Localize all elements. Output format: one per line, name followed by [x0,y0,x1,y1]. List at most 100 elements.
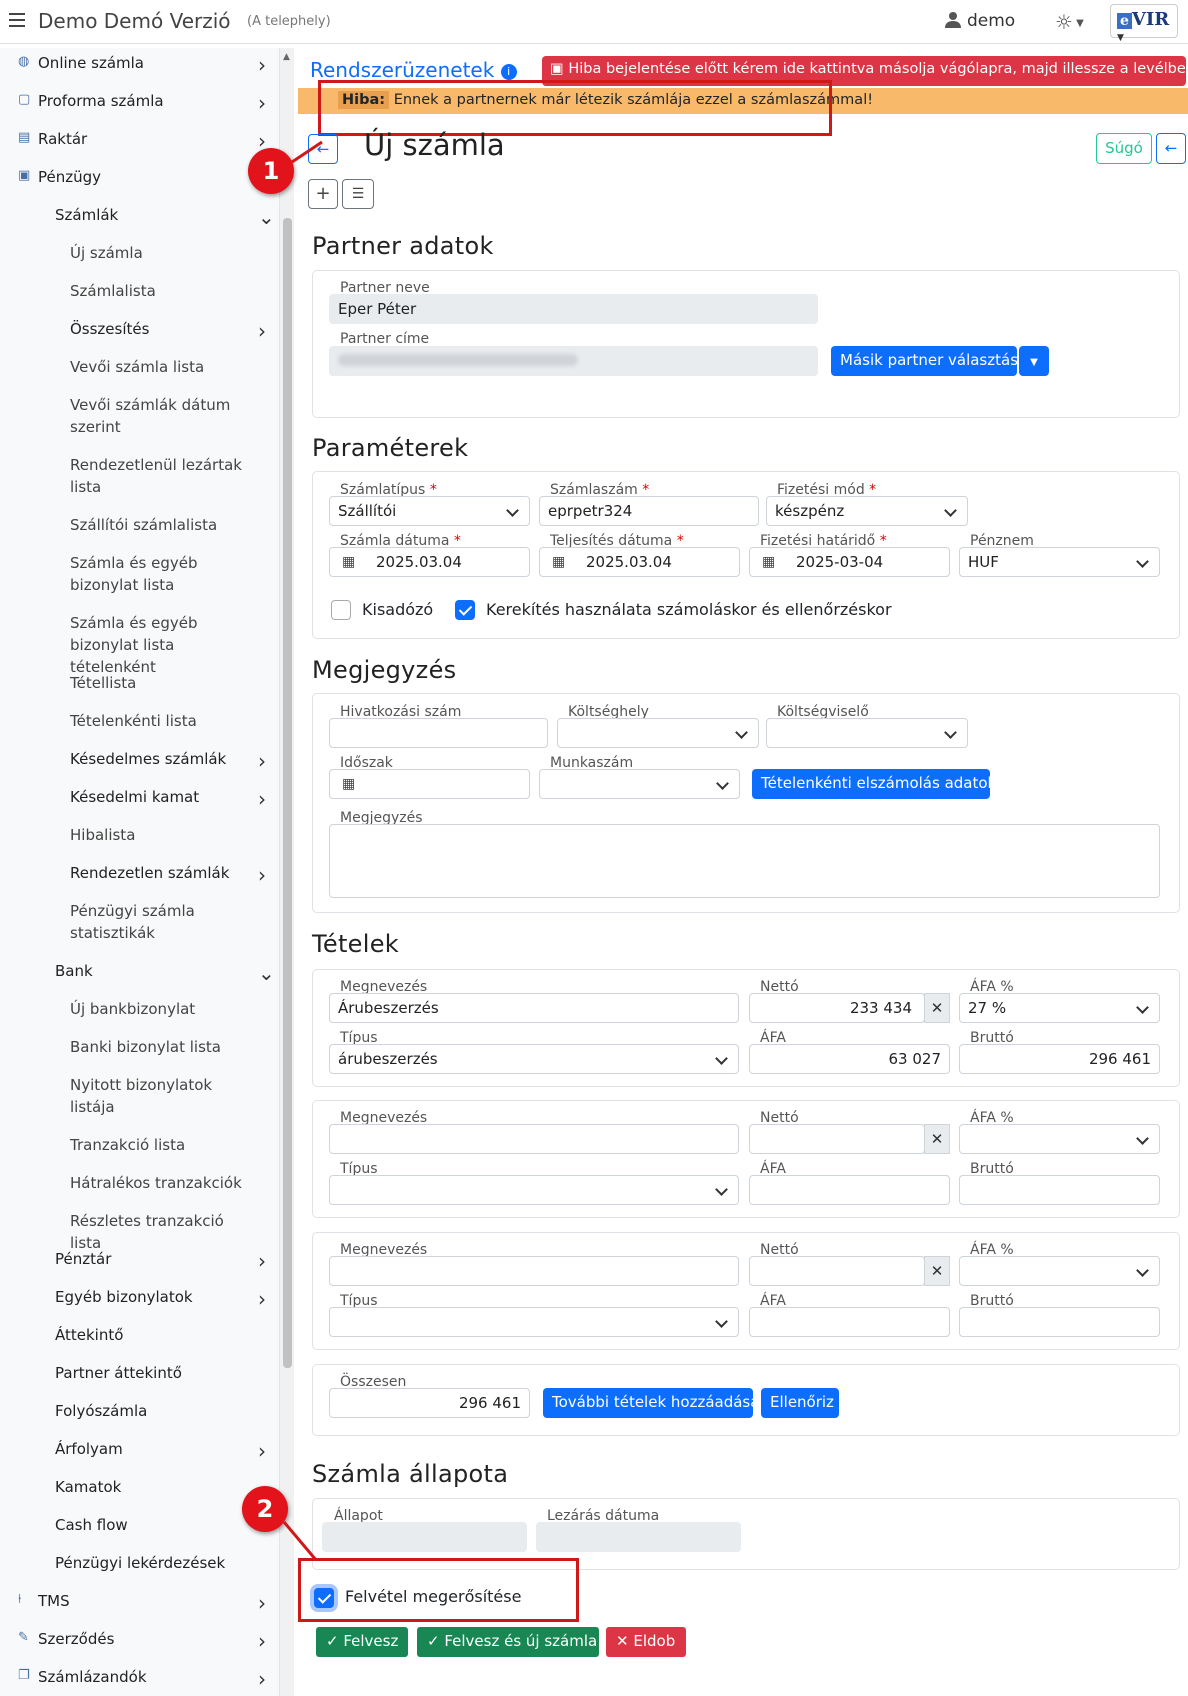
sidebar-item[interactable]: Késedelmi kamat [70,786,245,808]
chevron-right-icon[interactable]: › [258,1629,266,1653]
item-gross-field[interactable] [959,1175,1160,1205]
sidebar-item[interactable]: Egyéb bizonylatok [55,1286,245,1308]
item-type-select[interactable] [329,1307,739,1337]
sidebar-item[interactable]: Tranzakció lista [70,1134,245,1156]
reference-number-field[interactable] [329,718,548,748]
chevron-right-icon[interactable]: › [258,1439,266,1463]
sidebar-item[interactable]: Tétellista [70,672,245,694]
sidebar-item[interactable]: Szállítói számlalista [70,514,245,536]
calendar-icon[interactable]: ▦ [342,554,355,570]
chevron-right-icon[interactable]: › [258,1249,266,1273]
sidebar-item[interactable]: Új számla [70,242,245,264]
sidebar-item[interactable]: Számlalista [70,280,245,302]
chevron-right-icon[interactable]: › [258,1591,266,1615]
sidebar-item[interactable]: Új bankbizonylat [70,998,245,1020]
small-taxpayer-checkbox[interactable] [331,600,351,620]
sidebar-item[interactable]: Cash flow [55,1514,245,1536]
partner-address-field[interactable] [329,346,818,376]
item-net-field[interactable]: 233 434 [749,993,925,1023]
sidebar-item[interactable]: Pénzügyi lekérdezések [55,1552,245,1574]
sidebar-item[interactable]: Vevői számlák dátum szerint [70,394,245,438]
item-type-select[interactable] [329,1175,739,1205]
sidebar-item[interactable]: Szerződés [38,1628,245,1650]
comment-textarea[interactable] [329,824,1160,898]
calendar-icon[interactable]: ▦ [552,554,565,570]
payment-method-select[interactable]: készpénz [766,496,968,526]
item-net-field[interactable] [749,1124,925,1154]
chevron-right-icon[interactable]: › [258,863,266,887]
item-name-field[interactable] [329,1256,739,1286]
chevron-right-icon[interactable]: › [258,787,266,811]
scroll-up-icon[interactable]: ▲ [283,52,290,62]
sidebar-item[interactable]: Áttekintő [55,1324,245,1346]
sidebar-item[interactable]: Vevői számla lista [70,356,245,378]
list-button[interactable]: ☰ [342,179,374,209]
other-partner-button[interactable]: Másik partner választása [831,346,1027,376]
cost-center-select[interactable] [557,718,759,748]
save-and-new-button[interactable]: ✓ Felvesz és új számla [417,1627,599,1657]
sidebar-item[interactable]: Késedelmes számlák [70,748,245,770]
currency-select[interactable]: HUF [959,547,1160,577]
sidebar-item[interactable]: Számla és egyéb bizonylat lista tételenk… [70,612,245,678]
item-vat-percent-select[interactable] [959,1124,1160,1154]
sidebar-item[interactable]: Nyitott bizonylatok listája [70,1074,245,1118]
item-gross-field[interactable]: 296 461 [959,1044,1160,1074]
sidebar-item[interactable]: Számla és egyéb bizonylat lista [70,552,245,596]
sidebar-item[interactable]: Számlák [55,204,245,226]
system-messages-title[interactable]: Rendszerüzenetek i [310,58,517,82]
clear-icon[interactable]: ✕ [924,1124,950,1154]
sidebar-item[interactable]: Pénzügyi számla statisztikák [70,900,245,944]
back-list-button[interactable]: ← [1156,133,1186,164]
logo[interactable]: e VIR ▼ [1110,4,1178,43]
item-name-field[interactable]: Árubeszerzés [329,993,739,1023]
check-button[interactable]: Ellenőriz [761,1388,839,1418]
other-partner-dropdown[interactable]: ▼ [1019,346,1049,376]
sidebar-scroll-thumb[interactable] [283,218,292,1368]
sidebar-item[interactable]: Raktár [38,128,245,150]
chevron-right-icon[interactable]: › [258,1287,266,1311]
chevron-down-icon[interactable]: ⌄ [258,961,275,985]
item-type-select[interactable]: árubeszerzés [329,1044,739,1074]
item-vat-percent-select[interactable] [959,1256,1160,1286]
sidebar-item[interactable]: Pénztár [55,1248,245,1270]
sidebar-item[interactable]: Számlázandók [38,1666,245,1688]
partner-name-field[interactable]: Eper Péter [329,294,818,324]
item-settlement-button[interactable]: Tételenkénti elszámolás adatok [752,769,996,799]
sidebar-item[interactable]: Kamatok [55,1476,245,1498]
invoice-date-field[interactable]: 2025.03.04 [329,547,530,577]
performance-date-field[interactable]: 2025.03.04 [539,547,740,577]
chevron-right-icon[interactable]: › [258,749,266,773]
item-vat-field[interactable] [749,1307,950,1337]
cost-bearer-select[interactable] [766,718,968,748]
add-button[interactable]: + [308,179,338,209]
sidebar-item[interactable]: Tételenkénti lista [70,710,245,732]
sidebar-item[interactable]: Hibalista [70,824,245,846]
invoice-type-select[interactable]: Szállítói [329,496,530,526]
settings-dropdown[interactable]: ☼ ▼ [1055,10,1084,34]
user-menu[interactable]: demo [945,11,1015,31]
save-button[interactable]: ✓ Felvesz [316,1627,408,1657]
rounding-checkbox[interactable] [455,600,475,620]
sidebar-item[interactable]: Banki bizonylat lista [70,1036,245,1058]
help-button[interactable]: Súgó [1096,133,1152,164]
due-date-field[interactable]: 2025-03-04 [749,547,950,577]
calendar-icon[interactable]: ▦ [762,554,775,570]
menu-icon[interactable] [9,13,25,27]
item-vat-percent-select[interactable]: 27 % [959,993,1160,1023]
chevron-right-icon[interactable]: › [258,319,266,343]
chevron-right-icon[interactable]: › [258,53,266,77]
sidebar-item[interactable]: Online számla [38,52,245,74]
sidebar-item[interactable]: Összesítés [70,318,245,340]
job-number-select[interactable] [539,769,740,799]
discard-button[interactable]: ✕ Eldob [606,1627,686,1657]
sidebar-item[interactable]: Proforma számla [38,90,245,112]
clear-icon[interactable]: ✕ [924,1256,950,1286]
calendar-icon[interactable]: ▦ [342,776,355,792]
sidebar-item[interactable]: Partner áttekintő [55,1362,245,1384]
sidebar-item[interactable]: Bank [55,960,245,982]
item-net-field[interactable] [749,1256,925,1286]
sidebar-item[interactable]: TMS [38,1590,245,1612]
period-field[interactable] [329,769,530,799]
item-vat-field[interactable] [749,1175,950,1205]
sidebar-item[interactable]: Folyószámla [55,1400,245,1422]
